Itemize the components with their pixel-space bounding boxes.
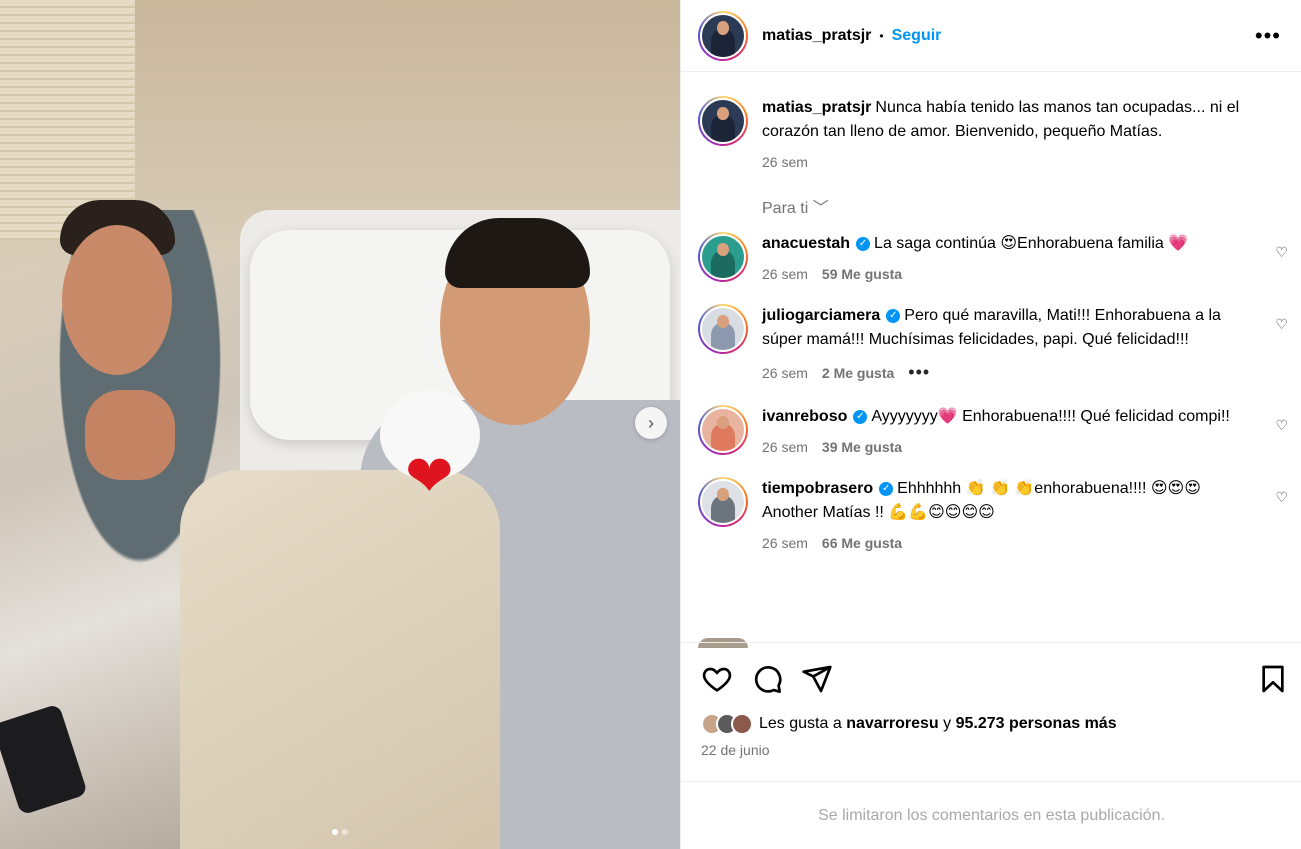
comment-likes[interactable]: 59 Me gusta <box>822 266 902 282</box>
comment-item: anacuestah ✓ La saga continúa 😍Enhorabuena… <box>698 232 1301 282</box>
carousel-dot <box>332 829 338 835</box>
comment-username[interactable]: juliogarciamera <box>762 307 880 324</box>
heart-emoji-icon: ❤ <box>405 444 454 509</box>
verified-badge-icon: ✓ <box>879 481 894 496</box>
share-send-icon[interactable] <box>801 663 833 695</box>
author-avatar[interactable] <box>698 10 748 61</box>
author-username[interactable]: matias_pratsjr <box>762 27 871 45</box>
comment-item: ivanreboso ✓ Ayyyyyyy💗 Enhorabuena!!!! Qué… <box>698 405 1301 455</box>
action-bar <box>681 642 1301 712</box>
header-separator: • <box>879 28 884 43</box>
photo-hair-right <box>445 218 590 288</box>
comment-username[interactable]: anacuestah <box>762 235 850 252</box>
comment-time[interactable]: 26 sem <box>762 439 808 455</box>
comment-item: juliogarciamera ✓ Pero qué maravilla, Mati… <box>698 304 1301 383</box>
carousel-dots <box>0 829 680 835</box>
more-options-icon[interactable]: ••• <box>1255 23 1281 49</box>
liked-by-username[interactable]: navarroresu <box>846 715 939 732</box>
carousel-dot <box>342 829 348 835</box>
chevron-right-icon: › <box>648 412 654 433</box>
caption-text: matias_pratsjr Nunca había tenido las man… <box>762 96 1260 144</box>
comment-time[interactable]: 26 sem <box>762 365 808 381</box>
bookmark-save-icon[interactable] <box>1257 663 1289 695</box>
comment-username[interactable]: tiempobrasero <box>762 480 873 497</box>
post-header: matias_pratsjr • Seguir ••• <box>681 0 1301 72</box>
commenter-avatar[interactable] <box>698 405 748 455</box>
caption-time[interactable]: 26 sem <box>762 154 808 170</box>
comment-time[interactable]: 26 sem <box>762 535 808 551</box>
commenter-avatar[interactable] <box>698 232 748 282</box>
verified-badge-icon: ✓ <box>853 409 868 424</box>
comment-likes[interactable]: 2 Me gusta <box>822 365 894 381</box>
photo-hands <box>85 390 175 480</box>
photo-blanket <box>180 470 500 849</box>
comment-bubble-icon[interactable] <box>751 663 783 695</box>
photo-head-left <box>62 225 172 375</box>
commenter-avatar[interactable] <box>698 477 748 527</box>
heart-outline-icon[interactable]: ♡ <box>1275 244 1288 261</box>
post-image[interactable]: ❤ › <box>0 0 680 849</box>
comment-text: Ayyyyyyy💗 Enhorabuena!!!! Qué felicidad … <box>871 408 1230 425</box>
author-avatar[interactable] <box>698 96 748 146</box>
verified-badge-icon: ✓ <box>886 308 901 323</box>
like-heart-icon[interactable] <box>701 663 733 695</box>
likes-prefix: Les gusta a <box>759 715 842 732</box>
heart-outline-icon[interactable]: ♡ <box>1275 316 1288 333</box>
caption-row: matias_pratsjr Nunca había tenido las man… <box>698 96 1301 170</box>
comment-text: La saga continúa 😍Enhorabuena familia 💗 <box>874 235 1189 252</box>
likes-connector: y <box>943 715 952 732</box>
likes-count[interactable]: 95.273 personas más <box>956 715 1117 732</box>
likes-text: Les gusta a navarroresu y 95.273 persona… <box>759 715 1117 733</box>
comment-more-icon[interactable]: ••• <box>908 362 930 383</box>
liker-avatar <box>731 713 753 735</box>
caption-username[interactable]: matias_pratsjr <box>762 99 871 116</box>
post-panel: matias_pratsjr • Seguir ••• matias_prats… <box>680 0 1301 849</box>
comment-likes[interactable]: 39 Me gusta <box>822 439 902 455</box>
for-you-toggle[interactable]: Para ti ﹀ <box>762 194 1301 218</box>
comments-list[interactable]: matias_pratsjr Nunca había tenido las man… <box>681 72 1301 642</box>
comment-time[interactable]: 26 sem <box>762 266 808 282</box>
follow-button[interactable]: Seguir <box>892 27 942 45</box>
verified-badge-icon: ✓ <box>856 236 871 251</box>
next-image-button[interactable]: › <box>635 407 667 439</box>
post-date[interactable]: 22 de junio <box>701 742 770 758</box>
heart-outline-icon[interactable]: ♡ <box>1275 417 1288 434</box>
limited-comments-notice: Se limitaron los comentarios en esta pub… <box>681 781 1301 849</box>
comment-username[interactable]: ivanreboso <box>762 408 847 425</box>
heart-outline-icon[interactable]: ♡ <box>1275 489 1288 506</box>
commenter-avatar[interactable] <box>698 304 748 354</box>
likes-summary[interactable]: Les gusta a navarroresu y 95.273 persona… <box>701 713 1117 735</box>
comment-likes[interactable]: 66 Me gusta <box>822 535 902 551</box>
photo-phone <box>0 703 88 816</box>
comment-item: tiempobrasero ✓ Ehhhhhh 👏 👏 👏enhorabuena!!… <box>698 477 1301 551</box>
